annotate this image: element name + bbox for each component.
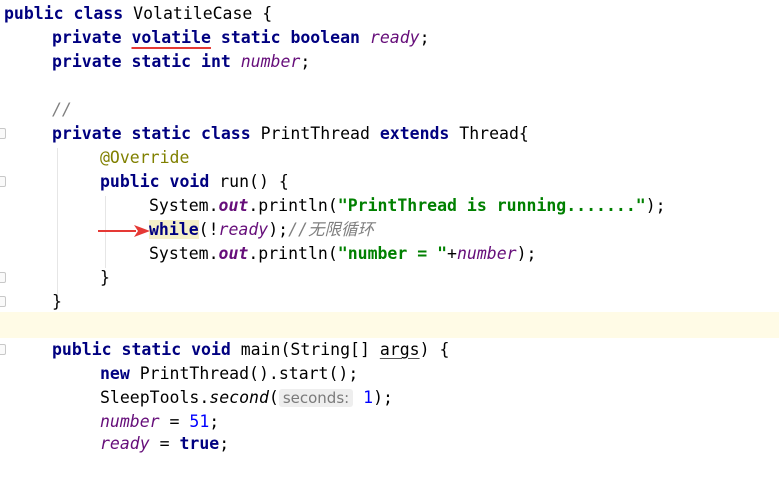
code-line[interactable]: number = 51;	[0, 410, 779, 434]
operator: =	[159, 412, 190, 431]
punctuation: (	[268, 388, 279, 407]
punctuation: ;	[300, 52, 311, 71]
code-line[interactable]: }	[0, 290, 779, 314]
code-line[interactable]: public class VolatileCase {	[0, 2, 779, 26]
keyword: private	[52, 28, 122, 47]
red-arrow-icon	[98, 225, 150, 237]
keyword: static boolean	[220, 28, 360, 47]
closing-brace: }	[100, 268, 110, 287]
operator: =	[149, 434, 180, 453]
punctuation: );	[516, 244, 537, 263]
closing-brace: }	[52, 292, 62, 311]
volatile-keyword-highlighted: volatile	[131, 28, 211, 47]
field-number: number	[100, 412, 160, 431]
parameter-args: args	[379, 340, 420, 359]
string-literal: "PrintThread is running......."	[337, 196, 646, 215]
keyword: public static void	[52, 340, 231, 359]
code-line[interactable]: new PrintThread().start();	[0, 362, 779, 386]
punctuation: ;	[219, 434, 230, 453]
code-line[interactable]: SleepTools.second(seconds: 1);	[0, 386, 779, 410]
class-ref: System.	[149, 196, 219, 215]
code-line[interactable]: }	[0, 266, 779, 290]
punctuation: );	[373, 388, 393, 407]
punctuation: );	[268, 220, 289, 239]
code-line[interactable]: private static class PrintThread extends…	[0, 122, 779, 146]
code-line[interactable]: System.out.println("number = "+number);	[0, 242, 779, 266]
class-name: PrintThread	[250, 124, 380, 143]
boolean-literal: true	[179, 434, 220, 453]
code-line[interactable]: private volatile static boolean ready;	[0, 26, 779, 50]
code-line[interactable]: System.out.println("PrintThread is runni…	[0, 194, 779, 218]
method-signature: main(String[]	[230, 340, 380, 359]
number-literal: 1	[363, 388, 374, 407]
current-line-highlight[interactable]	[0, 312, 779, 338]
code-editor[interactable]: public class VolatileCase { private vola…	[0, 0, 779, 457]
string-literal: "number = "	[337, 244, 448, 263]
punctuation: ;	[209, 412, 220, 431]
keyword: public class	[4, 4, 124, 23]
method-call: .println(	[248, 244, 338, 263]
while-keyword-highlighted: while	[149, 220, 199, 239]
field-number: number	[240, 52, 301, 71]
field-ready: ready	[100, 434, 150, 453]
annotation: @Override	[100, 148, 190, 167]
static-field-out: out	[218, 244, 249, 263]
code-line[interactable]: public static void main(String[] args) {	[0, 338, 779, 362]
comment: //	[52, 100, 72, 119]
number-literal: 51	[189, 412, 210, 431]
keyword: private static int	[52, 52, 231, 71]
class-ref: SleepTools.	[100, 388, 210, 407]
field-number: number	[456, 244, 517, 263]
class-ref: System.	[149, 244, 219, 263]
class-name: VolatileCase {	[123, 4, 273, 23]
code-line[interactable]: public void run() {	[0, 170, 779, 194]
static-field-out: out	[218, 196, 249, 215]
parameter-hint: seconds:	[278, 389, 354, 407]
class-name: Thread{	[449, 124, 529, 143]
keyword: extends	[379, 124, 450, 143]
method-signature: run() {	[209, 172, 289, 191]
punctuation: );	[645, 196, 666, 215]
code-line[interactable]: @Override	[0, 146, 779, 170]
constructor-call: PrintThread().start();	[129, 364, 359, 383]
code-line[interactable]: //	[0, 98, 779, 122]
keyword: public void	[100, 172, 210, 191]
field-ready: ready	[218, 220, 269, 239]
field-ready: ready	[369, 28, 420, 47]
code-line[interactable]: private static int number;	[0, 50, 779, 74]
method-call: .println(	[248, 196, 338, 215]
keyword: new	[100, 364, 130, 383]
punctuation: ;	[419, 28, 430, 47]
operator: +	[447, 244, 457, 263]
static-method-second: second	[209, 388, 269, 407]
keyword: private static class	[52, 124, 251, 143]
comment: //无限循环	[288, 220, 374, 239]
punctuation: ) {	[419, 340, 450, 359]
punctuation: (!	[198, 220, 219, 239]
code-line[interactable]: ready = true;	[0, 432, 779, 456]
